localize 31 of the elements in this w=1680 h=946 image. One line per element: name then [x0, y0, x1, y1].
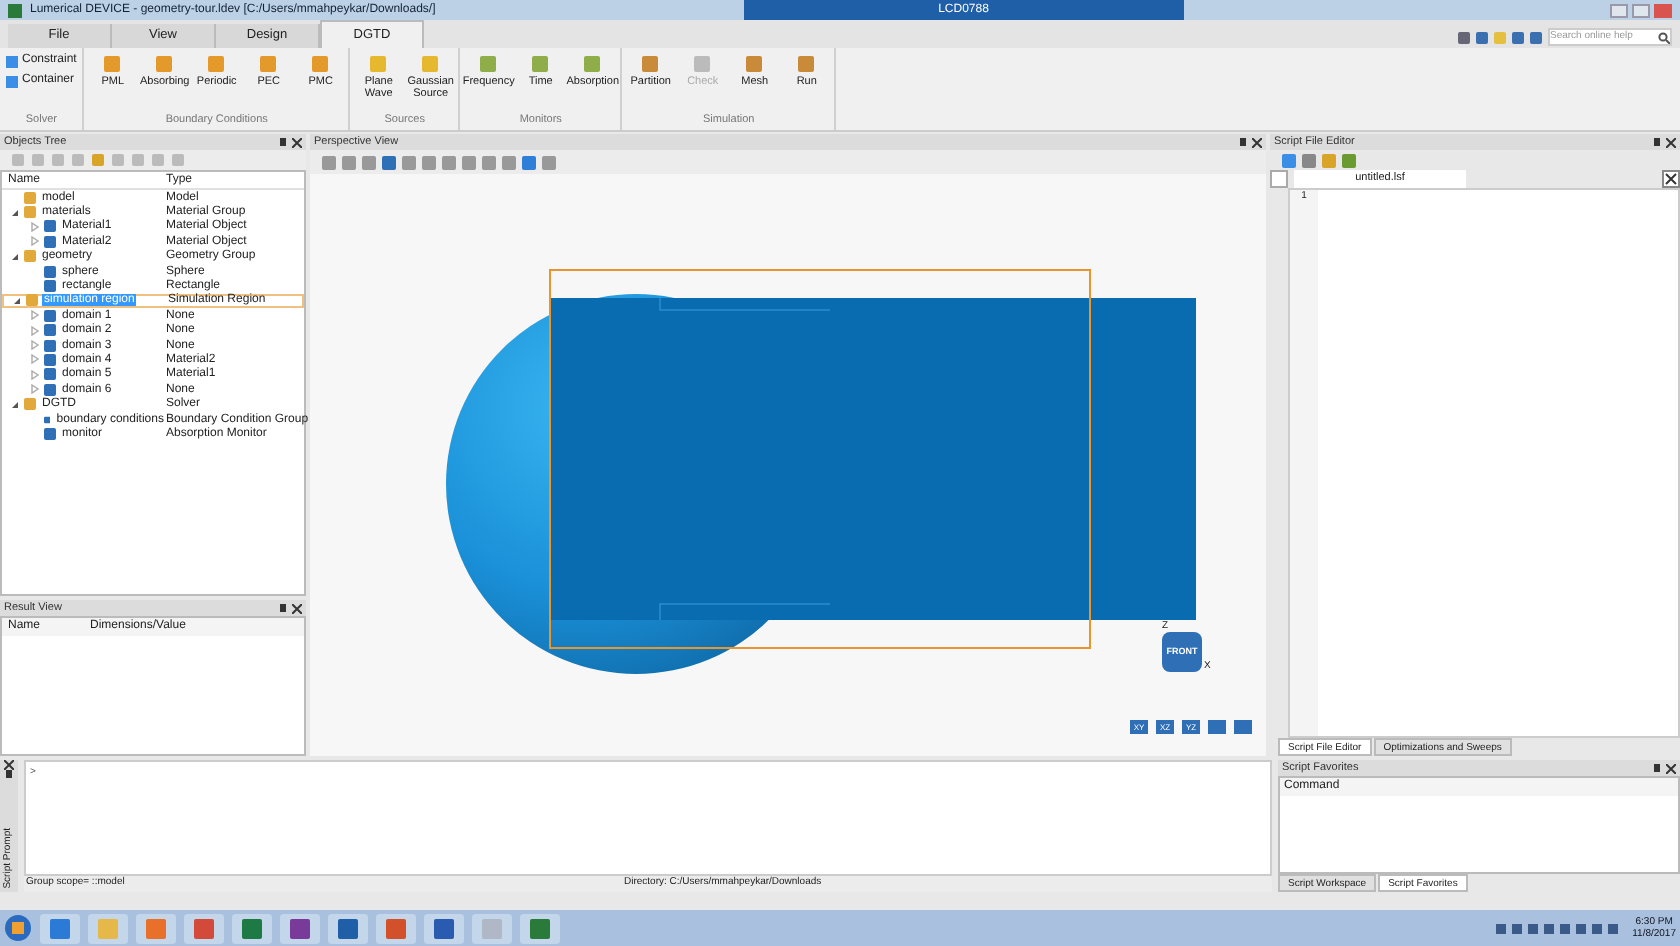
expanded-arrow-icon[interactable]	[10, 399, 20, 410]
collapsed-arrow-icon[interactable]	[30, 310, 40, 321]
expanded-arrow-icon[interactable]	[12, 295, 22, 306]
pin-icon	[1652, 137, 1662, 147]
collapsed-arrow-icon[interactable]	[30, 236, 40, 247]
expanded-arrow-icon[interactable]	[10, 251, 20, 262]
collapsed-arrow-icon[interactable]	[30, 384, 40, 395]
app-logo-icon	[8, 3, 22, 17]
close-icon	[1666, 763, 1676, 773]
pin-icon	[278, 603, 288, 613]
collapsed-arrow-icon[interactable]	[30, 221, 40, 232]
pin-icon	[1652, 763, 1662, 773]
collapsed-arrow-icon[interactable]	[30, 325, 40, 336]
close-icon[interactable]	[1654, 3, 1672, 17]
minimize-icon[interactable]	[1610, 3, 1628, 17]
search-icon	[1658, 31, 1670, 43]
collapsed-arrow-icon[interactable]	[30, 354, 40, 365]
close-icon	[4, 760, 14, 770]
collapsed-arrow-icon[interactable]	[30, 340, 40, 351]
close-icon	[292, 603, 302, 613]
close-icon	[1252, 137, 1262, 147]
close-icon	[1666, 137, 1676, 147]
new-tab-icon	[1270, 170, 1288, 188]
maximize-icon[interactable]	[1632, 3, 1650, 17]
collapsed-arrow-icon[interactable]	[30, 369, 40, 380]
expanded-arrow-icon[interactable]	[10, 207, 20, 218]
pin-icon	[4, 770, 14, 780]
start-button-icon	[4, 914, 32, 942]
pin-icon	[278, 137, 288, 147]
close-icon	[292, 137, 302, 147]
pin-icon	[1238, 137, 1248, 147]
